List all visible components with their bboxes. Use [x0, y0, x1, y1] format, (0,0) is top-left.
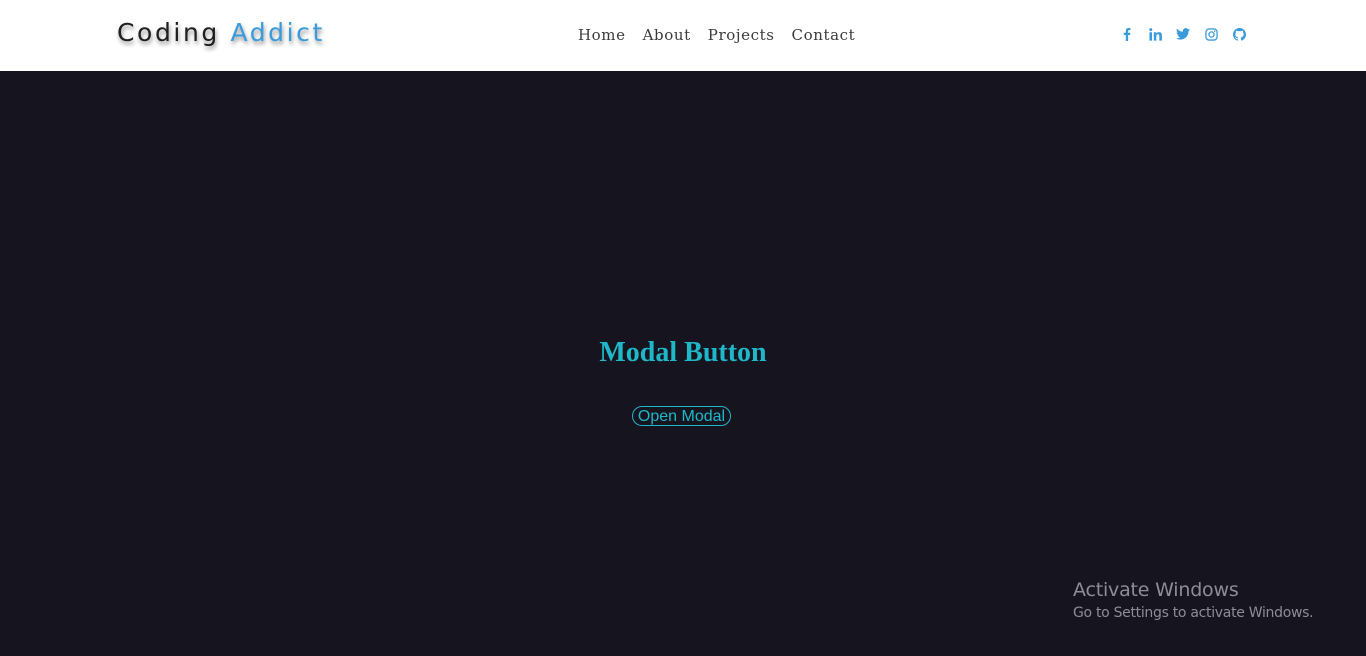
nav-link-contact[interactable]: Contact [792, 24, 856, 46]
nav-links: Home About Projects Contact [578, 24, 855, 46]
open-modal-button[interactable]: Open Modal [632, 406, 731, 426]
nav-link-projects[interactable]: Projects [708, 24, 775, 46]
brand-second-word: Addict [230, 18, 325, 47]
watermark-title: Activate Windows [1073, 579, 1239, 601]
brand-logo[interactable]: Coding Addict [117, 16, 325, 50]
facebook-icon[interactable] [1119, 26, 1135, 42]
navbar: Coding Addict Home About Projects Contac… [0, 0, 1366, 71]
brand-first-word: Coding [117, 18, 220, 47]
social-links [1119, 26, 1247, 42]
windows-activation-watermark: Activate Windows Go to Settings to activ… [1073, 578, 1314, 624]
watermark-subtitle: Go to Settings to activate Windows. [1073, 605, 1314, 621]
instagram-icon[interactable] [1203, 26, 1219, 42]
page-title: Modal Button [599, 337, 767, 368]
linkedin-icon[interactable] [1147, 26, 1163, 42]
nav-link-about[interactable]: About [643, 24, 691, 46]
twitter-icon[interactable] [1175, 26, 1191, 42]
github-icon[interactable] [1231, 26, 1247, 42]
nav-link-home[interactable]: Home [578, 24, 626, 46]
